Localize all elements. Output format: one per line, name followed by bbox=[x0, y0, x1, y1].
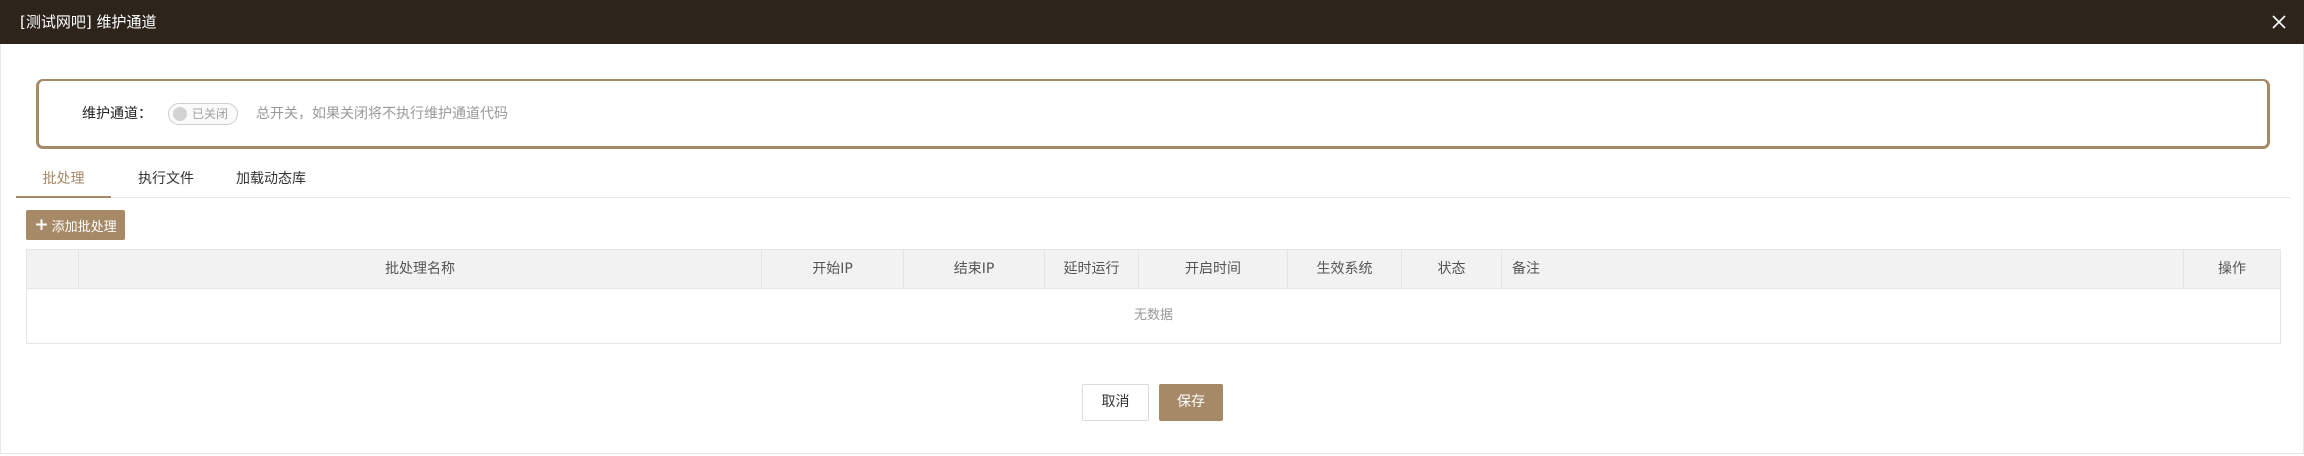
column-header-system: 生效系统 bbox=[1287, 250, 1401, 289]
toggle-knob bbox=[173, 107, 187, 121]
save-button[interactable]: 保存 bbox=[1159, 384, 1223, 421]
column-header-status: 状态 bbox=[1401, 250, 1501, 289]
column-header-delay: 延时运行 bbox=[1044, 250, 1138, 289]
batch-table: 批处理名称 开始IP 结束IP 延时运行 开启时间 生效系统 状态 备注 操作 … bbox=[26, 249, 2281, 344]
column-header-checkbox bbox=[27, 250, 78, 289]
table-empty-text: 无数据 bbox=[1133, 308, 1173, 323]
maintenance-label: 维护通道： bbox=[82, 106, 152, 122]
tab-batch[interactable]: 批处理 bbox=[16, 164, 111, 198]
dialog-title: [测试网吧] 维护通道 bbox=[20, 13, 157, 31]
column-header-start-ip: 开始IP bbox=[761, 250, 903, 289]
dialog-title-bar: [测试网吧] 维护通道 bbox=[0, 0, 2304, 44]
tab-executable[interactable]: 执行文件 bbox=[126, 164, 206, 198]
column-header-actions: 操作 bbox=[2183, 250, 2280, 289]
plus-icon: + bbox=[34, 214, 49, 235]
table-header: 批处理名称 开始IP 结束IP 延时运行 开启时间 生效系统 状态 备注 操作 bbox=[27, 250, 2280, 289]
column-header-remark: 备注 bbox=[1501, 250, 2183, 289]
column-header-start-time: 开启时间 bbox=[1138, 250, 1287, 289]
cancel-button[interactable]: 取消 bbox=[1082, 384, 1149, 421]
maintenance-switch-panel: 维护通道： 已关闭 总开关，如果关闭将不执行维护通道代码 bbox=[36, 79, 2270, 149]
column-header-name: 批处理名称 bbox=[78, 250, 761, 289]
toggle-state-text: 已关闭 bbox=[192, 107, 229, 121]
tab-bar: 批处理 执行文件 加载动态库 bbox=[16, 164, 2290, 198]
add-batch-button[interactable]: + 添加批处理 bbox=[26, 210, 125, 240]
dialog-body: 维护通道： 已关闭 总开关，如果关闭将不执行维护通道代码 批处理 执行文件 加载… bbox=[0, 44, 2304, 454]
maintenance-hint: 总开关，如果关闭将不执行维护通道代码 bbox=[256, 106, 508, 122]
add-batch-label: 添加批处理 bbox=[51, 219, 117, 235]
close-icon[interactable] bbox=[2266, 9, 2292, 35]
maintenance-toggle[interactable]: 已关闭 bbox=[168, 103, 238, 125]
column-header-end-ip: 结束IP bbox=[903, 250, 1044, 289]
tab-dynamic-library[interactable]: 加载动态库 bbox=[216, 164, 326, 198]
